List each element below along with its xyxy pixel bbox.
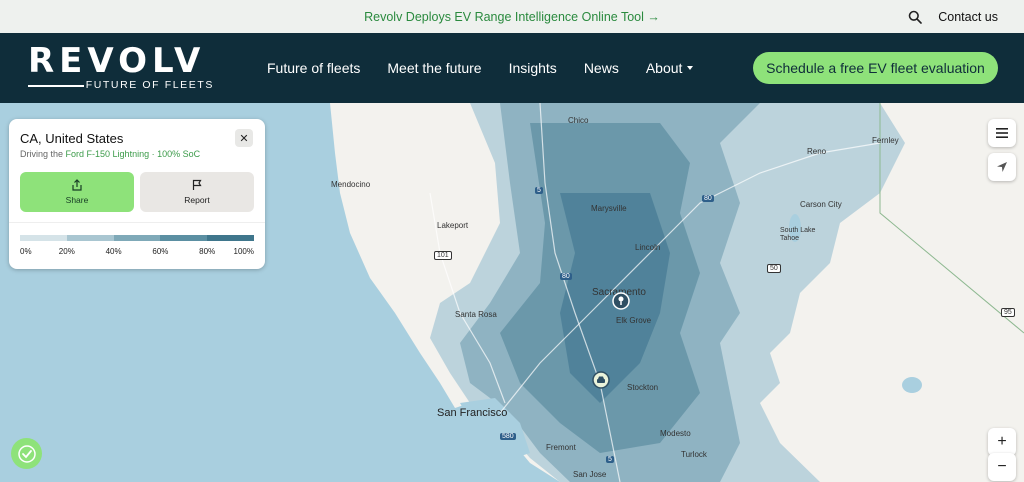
shield-us50: 50 [767, 264, 781, 273]
report-button[interactable]: Report [140, 172, 254, 212]
label-reno: Reno [807, 147, 827, 156]
chevron-down-icon [687, 66, 694, 70]
shield-i80-east: 80 [702, 195, 714, 202]
label-elk-grove: Elk Grove [616, 316, 652, 325]
map-menu-button[interactable] [988, 119, 1016, 147]
announcement-link[interactable]: Revolv Deploys EV Range Intelligence Onl… [364, 10, 660, 24]
close-button[interactable]: ✕ [235, 129, 253, 147]
card-divider [9, 222, 265, 223]
location-pin-icon[interactable] [612, 292, 630, 310]
nav-meet-the-future[interactable]: Meet the future [387, 60, 481, 76]
nav-news[interactable]: News [584, 60, 619, 76]
label-south-lake-tahoe: South Lake Tahoe [780, 227, 816, 242]
flag-icon [192, 179, 202, 190]
shield-i5: 5 [535, 187, 543, 194]
vehicle-subtitle: Driving the Ford F-150 Lightning · 100% … [20, 149, 200, 159]
hamburger-icon [996, 128, 1008, 138]
scale-segment [207, 235, 254, 241]
shield-us95: 95 [1001, 308, 1015, 317]
label-marysville: Marysville [591, 204, 627, 213]
charge-scale-bar [20, 235, 254, 241]
main-nav: REVOLV FUTURE OF FLEETS Future of fleets… [0, 33, 1024, 103]
nav-menu: Future of fleets Meet the future Insight… [267, 33, 720, 103]
label-fremont: Fremont [546, 443, 576, 452]
share-button[interactable]: Share [20, 172, 134, 212]
vehicle-marker-icon[interactable] [592, 371, 610, 389]
nav-future-of-fleets[interactable]: Future of fleets [267, 60, 360, 76]
close-icon: ✕ [239, 132, 249, 145]
label-turlock: Turlock [681, 450, 707, 459]
subtitle-separator: · [149, 149, 158, 159]
locate-me-button[interactable] [988, 153, 1016, 181]
navigation-arrow-icon [997, 162, 1007, 172]
scale-segment [160, 235, 208, 241]
logo-underline [28, 85, 84, 87]
accessibility-icon [17, 444, 36, 463]
shield-us101: 101 [434, 251, 452, 260]
label-mendocino: Mendocino [331, 180, 371, 189]
shield-i80-west: 80 [560, 273, 572, 280]
label-lakeport: Lakeport [437, 221, 469, 230]
contact-us-link[interactable]: Contact us [938, 10, 998, 24]
scale-tick-label: 100% [233, 247, 254, 256]
walker-lake [902, 377, 922, 393]
nav-about-label: About [645, 60, 683, 76]
scale-tick-label: 20% [58, 247, 75, 256]
brand-logo[interactable]: REVOLV FUTURE OF FLEETS [28, 44, 218, 92]
announcement-bar: Revolv Deploys EV Range Intelligence Onl… [0, 0, 1024, 33]
vehicle-name[interactable]: Ford F-150 Lightning [66, 149, 150, 159]
scale-tick-label: 60% [152, 247, 169, 256]
scale-tick-label: 40% [105, 247, 122, 256]
state-of-charge[interactable]: 100% SoC [157, 149, 200, 159]
scale-tick-label: 80% [199, 247, 216, 256]
label-lincoln: Lincoln [635, 243, 661, 252]
label-carson-city: Carson City [800, 200, 842, 209]
label-santa-rosa: Santa Rosa [455, 310, 497, 319]
search-icon[interactable] [908, 10, 923, 24]
label-san-jose: San Jose [573, 470, 607, 479]
scale-tick-label: 0% [20, 247, 32, 256]
nav-insights[interactable]: Insights [509, 60, 557, 76]
brand-tagline: FUTURE OF FLEETS [85, 79, 214, 91]
topbar-right: Contact us [908, 0, 998, 33]
shield-i580: 580 [500, 433, 516, 440]
label-san-francisco: San Francisco [437, 407, 508, 419]
shield-i5-south: 5 [606, 456, 614, 463]
report-label: Report [184, 195, 210, 205]
brand-wordmark: REVOLV [28, 41, 206, 81]
share-label: Share [65, 195, 89, 205]
zoom-out-button[interactable]: − [988, 453, 1016, 481]
nav-about[interactable]: About [646, 60, 694, 76]
label-fernley: Fernley [872, 136, 899, 145]
scale-segment [66, 235, 114, 241]
label-stockton: Stockton [627, 383, 659, 392]
location-title: CA, United States [20, 131, 124, 146]
subtitle-prefix: Driving the [20, 149, 66, 159]
share-icon [72, 179, 82, 191]
scale-segment [20, 235, 67, 241]
scale-segment [113, 235, 161, 241]
label-modesto: Modesto [660, 429, 691, 438]
charge-scale-ticks: 0% 20% 40% 60% 80% 100% [20, 247, 254, 257]
zoom-in-button[interactable]: + [988, 428, 1016, 456]
label-chico: Chico [568, 116, 589, 125]
location-info-card: CA, United States Driving the Ford F-150… [9, 119, 265, 269]
schedule-evaluation-button[interactable]: Schedule a free EV fleet evaluation [753, 52, 998, 84]
accessibility-button[interactable] [11, 438, 42, 469]
